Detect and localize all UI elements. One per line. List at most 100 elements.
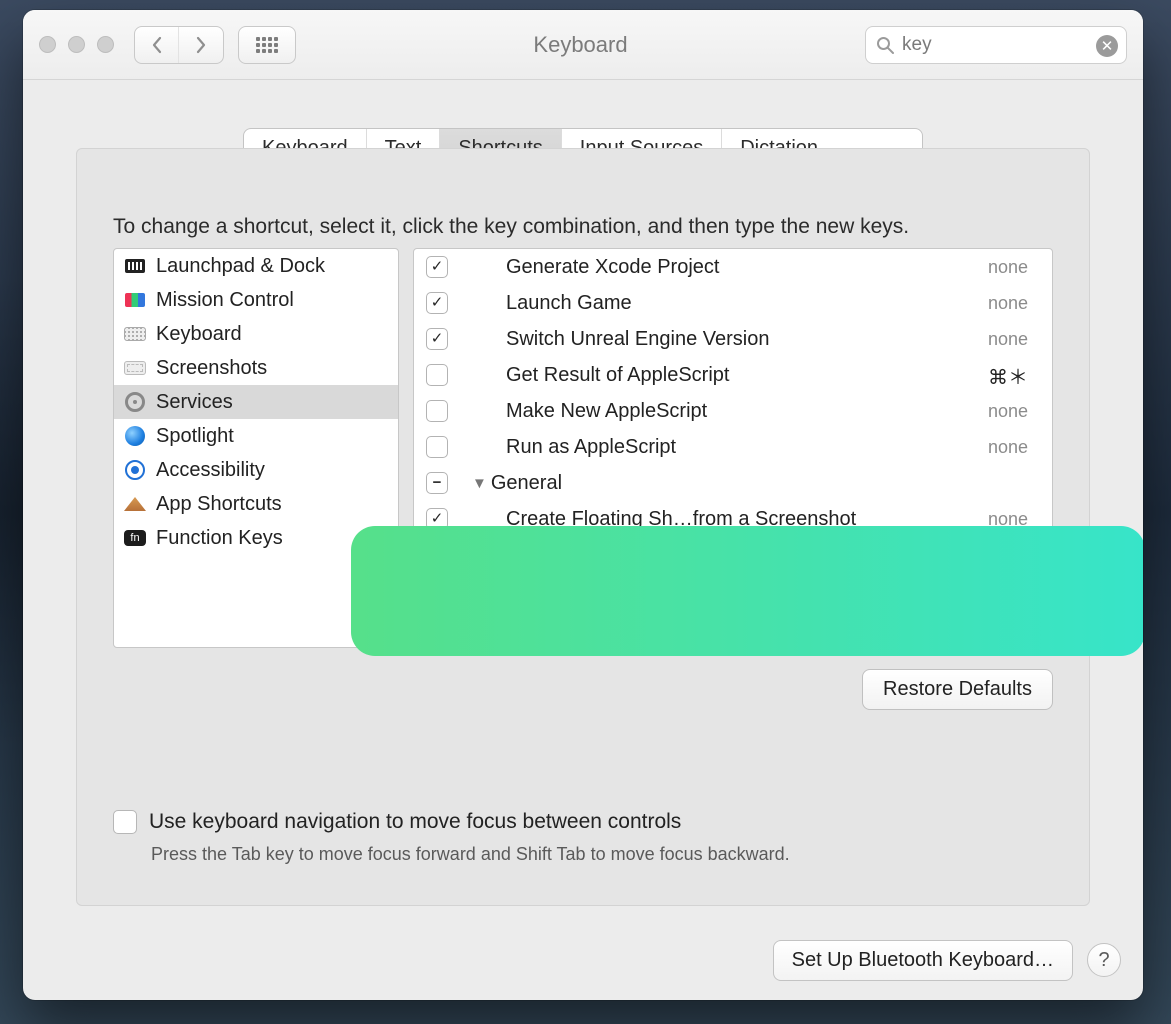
help-icon: ? — [1098, 949, 1109, 972]
shortcut-label: Launch Game — [466, 292, 932, 315]
back-button[interactable] — [135, 27, 179, 63]
restore-defaults-button[interactable]: Restore Defaults — [862, 669, 1053, 710]
enable-checkbox[interactable] — [426, 472, 448, 494]
kb-nav-row: Use keyboard navigation to move focus be… — [113, 810, 1053, 834]
sidebar-item-screenshots[interactable]: Screenshots — [114, 351, 398, 385]
shortcut-row[interactable]: Make New AppleScriptnone — [414, 393, 1052, 429]
grid-icon — [256, 37, 278, 53]
columns: Launchpad & Dock Mission Control Keyboard S… — [113, 248, 1053, 648]
shortcut-row[interactable]: Keystroke Automator Testnone — [414, 537, 1052, 573]
enable-checkbox[interactable] — [426, 292, 448, 314]
bottom-bar: Set Up Bluetooth Keyboard… ? — [23, 920, 1143, 1000]
nav-back-forward — [134, 26, 224, 64]
clear-search-button[interactable]: ✕ — [1096, 35, 1118, 57]
kb-nav-hint: Press the Tab key to move focus forward … — [151, 844, 1053, 865]
launchpad-icon — [124, 255, 146, 277]
sidebar-item-app-shortcuts[interactable]: App Shortcuts — [114, 487, 398, 521]
shortcut-row[interactable]: Launch Gamenone — [414, 285, 1052, 321]
sidebar-item-label: Mission Control — [156, 289, 294, 312]
apps-icon — [124, 493, 146, 515]
shortcut-keys[interactable]: none — [932, 257, 1052, 278]
shortcuts-panel: To change a shortcut, select it, click t… — [76, 148, 1090, 906]
shortcut-row[interactable]: Get Result of AppleScript⌘＊ — [414, 357, 1052, 393]
shortcut-row[interactable]: Upload file in Transmitnone — [414, 609, 1052, 645]
enable-checkbox[interactable] — [426, 544, 448, 566]
sidebar-item-label: Spotlight — [156, 425, 234, 448]
show-all-preferences-button[interactable] — [238, 26, 296, 64]
setup-bluetooth-keyboard-button[interactable]: Set Up Bluetooth Keyboard… — [773, 940, 1073, 981]
category-sidebar: Launchpad & Dock Mission Control Keyboard S… — [113, 248, 399, 648]
shortcut-label: Get Result of AppleScript — [466, 364, 932, 387]
sidebar-item-label: Accessibility — [156, 459, 265, 482]
shortcut-keys[interactable]: none — [932, 437, 1052, 458]
sidebar-item-function-keys[interactable]: fnFunction Keys — [114, 521, 398, 555]
shortcut-row[interactable]: Paste Notion Links Beautifully⌥⌘J — [414, 573, 1052, 609]
chevron-right-icon — [194, 36, 208, 54]
sidebar-item-label: Function Keys — [156, 527, 283, 550]
shortcut-keys[interactable]: none — [932, 329, 1052, 350]
shortcut-label: Keystroke Automator Test — [466, 544, 932, 567]
minimize-window-dot[interactable] — [68, 36, 85, 53]
shortcut-label: Switch Unreal Engine Version — [466, 328, 932, 351]
sidebar-item-spotlight[interactable]: Spotlight — [114, 419, 398, 453]
help-button[interactable]: ? — [1087, 943, 1121, 977]
shortcut-list[interactable]: Generate Xcode ProjectnoneLaunch Gamenon… — [413, 248, 1053, 648]
window-title: Keyboard — [310, 32, 851, 58]
keyboard-icon — [124, 323, 146, 345]
close-window-dot[interactable] — [39, 36, 56, 53]
spot-icon — [124, 425, 146, 447]
enable-checkbox[interactable] — [426, 580, 448, 602]
sidebar-item-label: Launchpad & Dock — [156, 255, 325, 278]
zoom-window-dot[interactable] — [97, 36, 114, 53]
access-icon — [124, 459, 146, 481]
shortcut-keys[interactable]: none — [932, 545, 1052, 566]
disclosure-triangle-icon[interactable]: ▼ — [472, 475, 487, 492]
shortcut-keys[interactable]: ⌥⌘J — [932, 579, 1052, 604]
shortcut-label: Generate Xcode Project — [466, 256, 932, 279]
shortcut-keys[interactable]: none — [932, 401, 1052, 422]
sidebar-item-keyboard[interactable]: Keyboard — [114, 317, 398, 351]
close-icon: ✕ — [1101, 37, 1114, 55]
enable-checkbox[interactable] — [426, 328, 448, 350]
shortcut-label: Create Floating Sh…from a Screenshot — [466, 508, 932, 531]
shortcut-label: General — [491, 472, 1052, 495]
search-input[interactable] — [902, 34, 1090, 56]
chevron-left-icon — [150, 36, 164, 54]
enable-checkbox[interactable] — [426, 400, 448, 422]
enable-checkbox[interactable] — [426, 364, 448, 386]
shortcut-keys[interactable]: none — [932, 293, 1052, 314]
shortcut-keys[interactable]: ⌘＊ — [932, 361, 1052, 390]
enable-checkbox[interactable] — [426, 436, 448, 458]
footer: Use keyboard navigation to move focus be… — [113, 810, 1053, 865]
enable-checkbox[interactable] — [426, 256, 448, 278]
sidebar-item-label: Keyboard — [156, 323, 242, 346]
sidebar-item-services[interactable]: Services — [114, 385, 398, 419]
shortcut-group[interactable]: ▼General — [414, 465, 1052, 501]
shortcut-row[interactable]: Generate Xcode Projectnone — [414, 249, 1052, 285]
sidebar-item-launchpad-dock[interactable]: Launchpad & Dock — [114, 249, 398, 283]
forward-button[interactable] — [179, 27, 223, 63]
shortcut-row[interactable]: Create Floating Sh…from a Screenshotnone — [414, 501, 1052, 537]
kb-nav-checkbox[interactable] — [113, 810, 137, 834]
preferences-window: Keyboard ✕ KeyboardTextShortcutsInput So… — [23, 10, 1143, 1000]
mission-icon — [124, 289, 146, 311]
shortcut-row[interactable]: Run as AppleScriptnone — [414, 429, 1052, 465]
enable-checkbox[interactable] — [426, 616, 448, 638]
sidebar-item-mission-control[interactable]: Mission Control — [114, 283, 398, 317]
instructions-text: To change a shortcut, select it, click t… — [113, 215, 909, 239]
kb-nav-label: Use keyboard navigation to move focus be… — [149, 810, 681, 834]
shortcut-label: Run as AppleScript — [466, 436, 932, 459]
shortcut-label: Upload file in Transmit — [466, 616, 932, 639]
shortcut-keys[interactable]: none — [932, 509, 1052, 530]
enable-checkbox[interactable] — [426, 508, 448, 530]
shortcut-label: Make New AppleScript — [466, 400, 932, 423]
window-controls — [39, 36, 120, 53]
search-field-wrap: ✕ — [865, 26, 1127, 64]
shortcut-row[interactable]: Switch Unreal Engine Versionnone — [414, 321, 1052, 357]
shortcut-keys[interactable]: none — [932, 617, 1052, 638]
sidebar-item-label: Screenshots — [156, 357, 267, 380]
sidebar-item-label: Services — [156, 391, 233, 414]
search-icon — [876, 36, 894, 54]
sidebar-item-accessibility[interactable]: Accessibility — [114, 453, 398, 487]
sidebar-item-label: App Shortcuts — [156, 493, 282, 516]
